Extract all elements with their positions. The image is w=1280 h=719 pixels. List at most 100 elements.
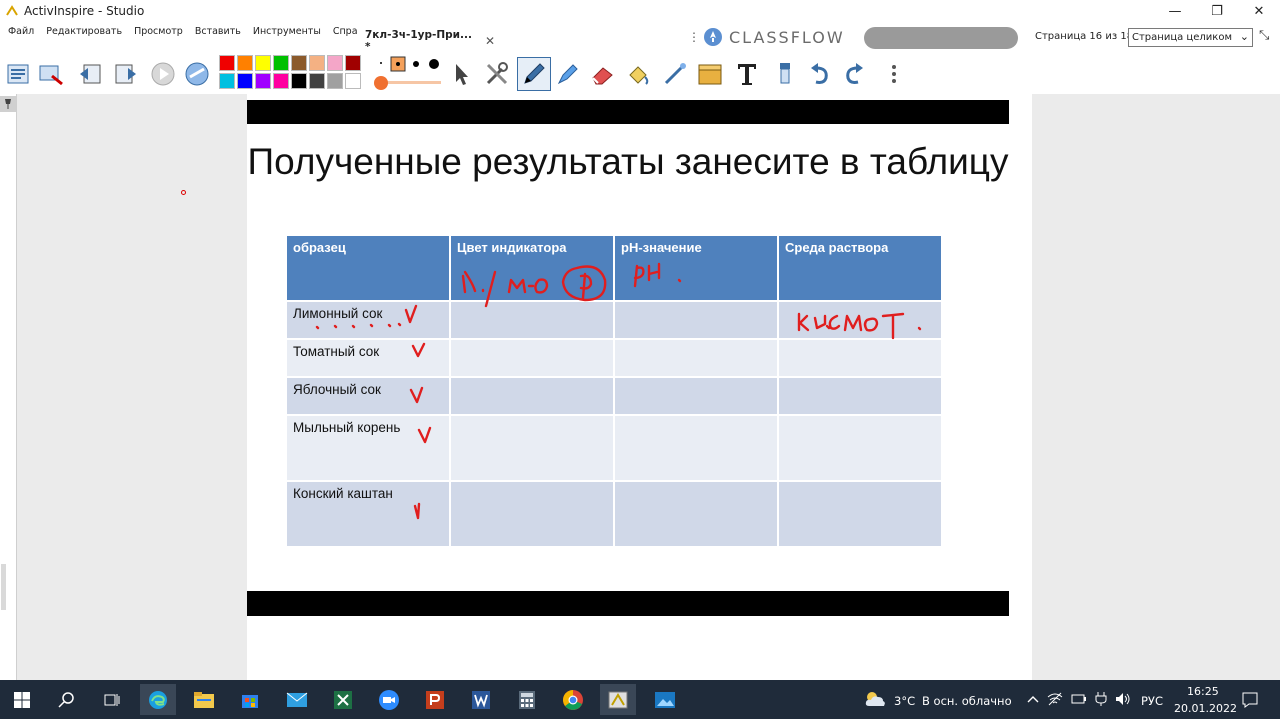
taskbar-file-explorer[interactable]: [186, 684, 222, 715]
swatch-yellow[interactable]: [255, 55, 271, 71]
activinspire-app-icon: [6, 5, 18, 16]
desktop-annotate-icon[interactable]: [183, 60, 211, 88]
swatch-peach[interactable]: [309, 55, 325, 71]
swatch-cyan[interactable]: [219, 73, 235, 89]
menu-view[interactable]: Просмотр: [130, 26, 191, 37]
task-view-icon[interactable]: [94, 684, 130, 715]
weather-temp[interactable]: 3°C: [894, 694, 915, 708]
taskbar-calculator[interactable]: [509, 684, 545, 715]
table-cell: [779, 302, 941, 338]
slide-bottom-band: [247, 591, 1009, 616]
document-tab-label: 7кл-3ч-1ур-При... *: [365, 29, 473, 53]
table-cell: [779, 340, 941, 376]
volume-icon[interactable]: [1115, 692, 1131, 706]
swatch-dark-gray[interactable]: [309, 73, 325, 89]
menu-tools[interactable]: Инструменты: [249, 26, 329, 37]
swatch-gray[interactable]: [327, 73, 343, 89]
fullscreen-icon[interactable]: ⤡: [1259, 28, 1269, 43]
window-title: ActivInspire - Studio: [24, 4, 145, 18]
clock-date[interactable]: 20.01.2022: [1174, 702, 1237, 715]
magic-ink-icon[interactable]: [661, 60, 689, 88]
highlighter-icon[interactable]: [554, 60, 582, 88]
language-indicator[interactable]: РУС: [1141, 694, 1163, 708]
table-header-row: образец Цвет индикатора pH-значение Сред…: [287, 236, 941, 300]
table-cell: [615, 378, 777, 414]
swatch-orange[interactable]: [237, 55, 253, 71]
minimize-button[interactable]: —: [1154, 0, 1196, 22]
document-tab[interactable]: 7кл-3ч-1ур-При... * ✕: [357, 28, 495, 54]
table-cell: [451, 416, 613, 480]
redo-icon[interactable]: [840, 60, 868, 88]
classflow-login-pill[interactable]: [864, 27, 1018, 49]
weather-cloud-icon: [865, 692, 885, 706]
swatch-white[interactable]: [345, 73, 361, 89]
search-icon[interactable]: [49, 684, 85, 715]
table-cell: [615, 482, 777, 546]
clock-time[interactable]: 16:25: [1187, 685, 1219, 698]
menu-file[interactable]: Файл: [4, 26, 42, 37]
text-tool-icon[interactable]: [733, 60, 761, 88]
select-arrow-icon[interactable]: [447, 60, 475, 88]
taskbar-activinspire[interactable]: [600, 684, 636, 715]
title-bar: ActivInspire - Studio — ❐ ✕: [0, 0, 1280, 22]
swatch-purple[interactable]: [255, 73, 271, 89]
swatch-red[interactable]: [219, 55, 235, 71]
previous-page-icon[interactable]: [77, 60, 105, 88]
pen-width-selector[interactable]: [372, 56, 444, 92]
table-cell: [451, 340, 613, 376]
close-button[interactable]: ✕: [1238, 0, 1280, 22]
zoom-select-value: Страница целиком: [1132, 32, 1232, 43]
network-icon[interactable]: [1047, 692, 1063, 706]
taskbar-photos[interactable]: [647, 684, 683, 715]
sidebar-scroll-handle[interactable]: [1, 564, 6, 610]
chevron-up-icon[interactable]: [1027, 694, 1039, 704]
undo-icon[interactable]: [806, 60, 834, 88]
taskbar-word[interactable]: [463, 684, 499, 715]
fill-icon[interactable]: [624, 60, 652, 88]
menu-edit[interactable]: Редактировать: [42, 26, 130, 37]
table-cell: [451, 378, 613, 414]
next-page-icon[interactable]: [111, 60, 139, 88]
taskbar-excel[interactable]: [325, 684, 361, 715]
flipchart-page[interactable]: Полученные результаты занесите в таблицу…: [247, 94, 1032, 680]
menu-insert[interactable]: Вставить: [191, 26, 249, 37]
main-menu-icon[interactable]: [4, 60, 32, 88]
table-cell-sample: Яблочный сок: [287, 378, 449, 414]
taskbar-mail[interactable]: [279, 684, 315, 715]
swatch-blue[interactable]: [237, 73, 253, 89]
weather-desc[interactable]: В осн. облачно: [922, 694, 1012, 708]
toolbar-more-icon[interactable]: [880, 60, 908, 88]
taskbar-edge[interactable]: [140, 684, 176, 715]
notifications-icon[interactable]: [1241, 691, 1259, 709]
zoom-select[interactable]: Страница целиком ⌄: [1128, 28, 1253, 47]
classflow-brand[interactable]: CLASSFLOW: [703, 27, 845, 47]
restore-button[interactable]: ❐: [1196, 0, 1238, 22]
swatch-magenta[interactable]: [273, 73, 289, 89]
main-toolbar: [0, 54, 1280, 94]
chevron-down-icon: ⌄: [1239, 30, 1249, 43]
swatch-pink[interactable]: [327, 55, 343, 71]
swatch-dark-red[interactable]: [345, 55, 361, 71]
play-icon[interactable]: [149, 60, 177, 88]
swatch-brown[interactable]: [291, 55, 307, 71]
taskbar-zoom[interactable]: [371, 684, 407, 715]
swatch-black[interactable]: [291, 73, 307, 89]
pen-icon[interactable]: [517, 57, 551, 91]
battery-icon[interactable]: [1071, 693, 1087, 705]
tab-close-icon[interactable]: ✕: [485, 34, 495, 48]
taskbar-chrome[interactable]: [555, 684, 591, 715]
taskbar-store[interactable]: [232, 684, 268, 715]
taskbar-powerpoint[interactable]: [417, 684, 453, 715]
resource-library-icon[interactable]: [696, 60, 724, 88]
start-button[interactable]: [4, 684, 40, 715]
power-plug-icon[interactable]: [1094, 691, 1108, 707]
screen-shade-icon[interactable]: [771, 60, 799, 88]
tools-icon[interactable]: [483, 60, 511, 88]
browser-tools-icon[interactable]: [37, 60, 65, 88]
classflow-rocket-icon: [704, 28, 722, 46]
swatch-green[interactable]: [273, 55, 289, 71]
table-cell: [779, 378, 941, 414]
sidebar-pin-icon[interactable]: [0, 96, 16, 112]
eraser-icon[interactable]: [589, 60, 617, 88]
overflow-dots-icon[interactable]: ⋮: [688, 30, 700, 44]
